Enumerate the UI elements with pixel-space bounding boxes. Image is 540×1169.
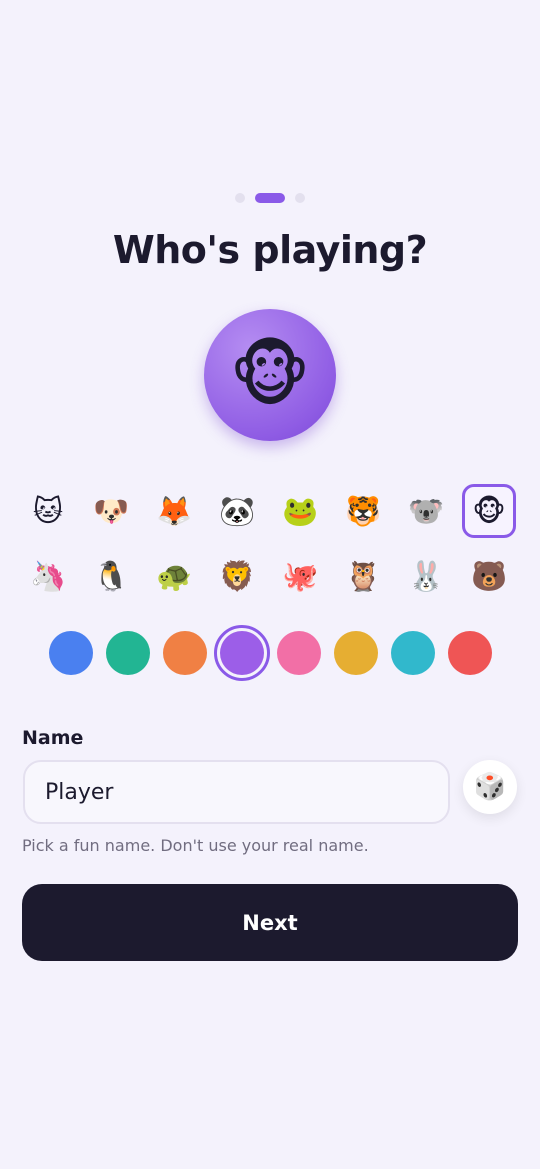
avatar-option-dog[interactable]: 🐶	[84, 484, 138, 538]
color-swatch-blue[interactable]	[49, 631, 93, 675]
avatar-option-monkey[interactable]: 🐵	[462, 484, 516, 538]
avatar-option-penguin[interactable]: 🐧	[84, 549, 138, 603]
progress-dot-1	[235, 193, 245, 203]
avatar-option-owl[interactable]: 🦉	[336, 549, 390, 603]
name-input[interactable]	[23, 760, 450, 824]
avatar-option-octopus[interactable]: 🐙	[273, 549, 327, 603]
avatar-option-cat[interactable]: 🐱	[21, 484, 75, 538]
next-button[interactable]: Next	[22, 884, 518, 961]
progress-dots	[0, 193, 540, 203]
selected-avatar-preview: 🐵	[204, 309, 336, 441]
avatar-option-tiger[interactable]: 🐯	[336, 484, 390, 538]
avatar-option-frog[interactable]: 🐸	[273, 484, 327, 538]
color-swatch-green[interactable]	[106, 631, 150, 675]
color-swatch-teal[interactable]	[391, 631, 435, 675]
avatar-grid-row-1: 🐱 🐶 🦊 🐼 🐸 🐯 🐨 🐵	[21, 484, 521, 538]
avatar-option-panda[interactable]: 🐼	[210, 484, 264, 538]
avatar-option-fox[interactable]: 🦊	[147, 484, 201, 538]
avatar-option-lion[interactable]: 🦁	[210, 549, 264, 603]
color-swatch-yellow[interactable]	[334, 631, 378, 675]
page-title: Who's playing?	[112, 228, 428, 272]
random-name-dice-button[interactable]: 🎲	[463, 760, 517, 814]
avatar-option-koala[interactable]: 🐨	[399, 484, 453, 538]
avatar-option-bear[interactable]: 🐻	[462, 549, 516, 603]
avatar-option-turtle[interactable]: 🐢	[147, 549, 201, 603]
avatar-option-rabbit[interactable]: 🐰	[399, 549, 453, 603]
color-swatch-orange[interactable]	[163, 631, 207, 675]
color-swatch-purple[interactable]	[214, 625, 270, 681]
color-swatch-pink[interactable]	[277, 631, 321, 675]
name-label: Name	[22, 727, 84, 749]
progress-dot-2-active	[255, 193, 285, 203]
avatar-grid-row-2: 🦄 🐧 🐢 🦁 🐙 🦉 🐰 🐻	[21, 549, 521, 603]
progress-dot-3	[295, 193, 305, 203]
name-hint: Pick a fun name. Don't use your real nam…	[22, 836, 369, 855]
avatar-option-unicorn[interactable]: 🦄	[21, 549, 75, 603]
color-picker	[49, 625, 492, 681]
color-swatch-red[interactable]	[448, 631, 492, 675]
